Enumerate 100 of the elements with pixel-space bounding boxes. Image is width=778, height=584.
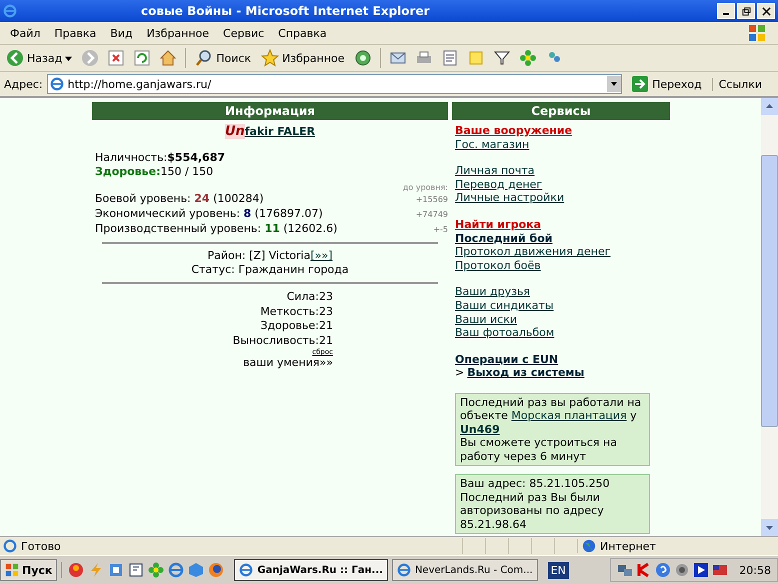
network-icon[interactable] bbox=[617, 562, 634, 578]
service-link[interactable]: Ваш фотоальбом bbox=[452, 326, 554, 340]
status-text: Готово bbox=[21, 540, 61, 552]
scrollbar[interactable] bbox=[761, 98, 778, 536]
stat-value: 23 bbox=[319, 290, 333, 303]
browser-icon bbox=[396, 563, 411, 577]
star-icon bbox=[261, 49, 280, 67]
notice-text: Последний раз Вы были авторизованы по адресу 85.21.98.64 bbox=[460, 490, 605, 532]
flag-icon[interactable] bbox=[712, 562, 728, 578]
go-button[interactable]: Переход bbox=[626, 75, 708, 93]
service-link[interactable]: Ваше вооружение bbox=[452, 124, 572, 137]
menu-item[interactable]: Избранное bbox=[140, 26, 216, 40]
stat-label: Сила: bbox=[286, 290, 319, 303]
section-header: Сервисы bbox=[452, 102, 670, 120]
language-indicator[interactable]: EN bbox=[548, 562, 569, 578]
service-link[interactable]: Протокол движения денег bbox=[452, 245, 611, 258]
level-text: Боевой уровень: 24 (100284) bbox=[95, 192, 264, 206]
speaker-icon[interactable] bbox=[674, 562, 690, 578]
ip-address-text: Ваш адрес: 85.21.105.250 bbox=[460, 477, 611, 491]
menu-item[interactable]: Справка bbox=[271, 26, 334, 40]
menu-item[interactable]: Файл bbox=[3, 26, 48, 40]
stat-value: 21 bbox=[319, 334, 333, 346]
menu-item[interactable]: Правка bbox=[47, 26, 104, 40]
address-field[interactable]: http://home.ganjawars.ru/ bbox=[46, 74, 622, 94]
player-link[interactable]: fakir FALER bbox=[244, 125, 316, 138]
taskbar-button[interactable]: GanjaWars.Ru :: Ган... bbox=[234, 559, 388, 581]
owner-link[interactable]: Un469 bbox=[460, 422, 500, 436]
health-label: Здоровье: bbox=[95, 165, 160, 178]
windows-logo-icon bbox=[5, 563, 19, 577]
document-icon[interactable] bbox=[440, 49, 459, 67]
level-text: Производственный уровень: 11 (12602.6) bbox=[95, 222, 338, 236]
to-level-label: до уровня: bbox=[402, 183, 448, 192]
service-link[interactable]: Последний бой bbox=[452, 232, 552, 245]
notice-text: Последний раз вы работали на объекте Морская плантация у Un469 bbox=[460, 396, 642, 436]
skills-link[interactable]: ваши умения»» bbox=[243, 356, 333, 369]
page-icon bbox=[3, 539, 17, 553]
close-icon bbox=[762, 6, 770, 16]
links-button[interactable]: Ссылки bbox=[712, 78, 778, 90]
service-link[interactable]: Личная почта bbox=[452, 164, 535, 178]
close-button[interactable] bbox=[757, 3, 775, 19]
service-link[interactable]: Перевод денег bbox=[452, 178, 542, 191]
service-link[interactable]: Найти игрока bbox=[452, 218, 542, 231]
level-text: Экономический уровень: 8 (176897.07) bbox=[95, 207, 323, 221]
browser-icon[interactable] bbox=[168, 562, 184, 578]
minimize-button[interactable] bbox=[717, 3, 735, 19]
menu-item[interactable]: Сервис bbox=[216, 26, 272, 40]
scroll-up-icon[interactable] bbox=[761, 98, 778, 115]
back-button[interactable]: Назад bbox=[3, 47, 76, 69]
help-icon[interactable] bbox=[655, 562, 672, 578]
orb-icon[interactable] bbox=[68, 562, 84, 578]
search-button[interactable]: Поиск bbox=[192, 47, 254, 69]
service-link[interactable]: Протокол боёв bbox=[452, 258, 541, 272]
search-icon bbox=[195, 49, 214, 67]
stat-value: 21 bbox=[319, 319, 333, 332]
service-link[interactable]: Ваши друзья bbox=[452, 285, 530, 298]
points-to-next: +74749 bbox=[416, 209, 448, 221]
dropdown-icon[interactable] bbox=[607, 76, 622, 92]
play-icon[interactable] bbox=[693, 562, 710, 578]
district-text: Район: [Z] Victoria bbox=[207, 249, 310, 262]
service-link[interactable]: Выход из системы bbox=[464, 366, 584, 380]
service-link[interactable]: Гос. магазин bbox=[452, 138, 530, 151]
status-text: Статус: Гражданин города bbox=[191, 263, 349, 276]
clock: 20:58 bbox=[739, 564, 771, 576]
globe-icon[interactable] bbox=[208, 562, 224, 578]
caret-icon bbox=[65, 54, 72, 62]
cash-label: Наличность: bbox=[95, 151, 168, 164]
stop-icon[interactable] bbox=[107, 49, 126, 67]
health-value: 150 / 150 bbox=[160, 165, 214, 178]
section-header: Информация bbox=[92, 102, 448, 120]
menu-item[interactable]: Вид bbox=[103, 26, 140, 40]
prompt-mark: > bbox=[454, 366, 464, 380]
restore-icon bbox=[742, 6, 750, 16]
cube-icon[interactable] bbox=[188, 562, 204, 578]
flower-icon[interactable] bbox=[518, 49, 537, 67]
service-link[interactable]: Ваши иски bbox=[452, 312, 517, 326]
object-link[interactable]: Морская плантация bbox=[511, 409, 627, 422]
window-icon[interactable] bbox=[128, 562, 144, 578]
district-link[interactable]: [»»] bbox=[310, 249, 333, 262]
clan-logo: Un bbox=[224, 124, 245, 139]
taskbar-button[interactable]: NeverLands.Ru - Com... bbox=[392, 559, 538, 581]
funnel-icon[interactable] bbox=[492, 49, 511, 67]
go-arrow-icon bbox=[632, 76, 648, 92]
service-link[interactable]: Ваши синдикаты bbox=[452, 298, 554, 312]
home-icon[interactable] bbox=[159, 49, 178, 67]
stat-label: Выносливость: bbox=[232, 334, 319, 346]
service-link[interactable]: Личные настройки bbox=[452, 191, 564, 204]
stat-value: 23 bbox=[319, 304, 333, 318]
address-label: Адрес: bbox=[4, 78, 43, 90]
stat-label: Здоровье: bbox=[260, 319, 319, 332]
notice-text: Вы сможете устроиться на работу через 6 минут bbox=[460, 436, 618, 464]
scroll-down-icon[interactable] bbox=[761, 519, 778, 536]
start-button[interactable]: Пуск bbox=[0, 559, 58, 581]
points-to-next: +-5 bbox=[433, 224, 448, 236]
service-link[interactable]: Операции с EUN bbox=[452, 352, 558, 366]
favorites-button[interactable]: Избранное bbox=[258, 47, 348, 69]
minimize-icon bbox=[723, 13, 729, 15]
refresh-icon[interactable] bbox=[133, 49, 152, 67]
media-icon[interactable] bbox=[354, 49, 372, 67]
window-title: совые Войны - Microsoft Internet Explorer bbox=[141, 4, 430, 18]
restore-button[interactable] bbox=[737, 3, 755, 19]
